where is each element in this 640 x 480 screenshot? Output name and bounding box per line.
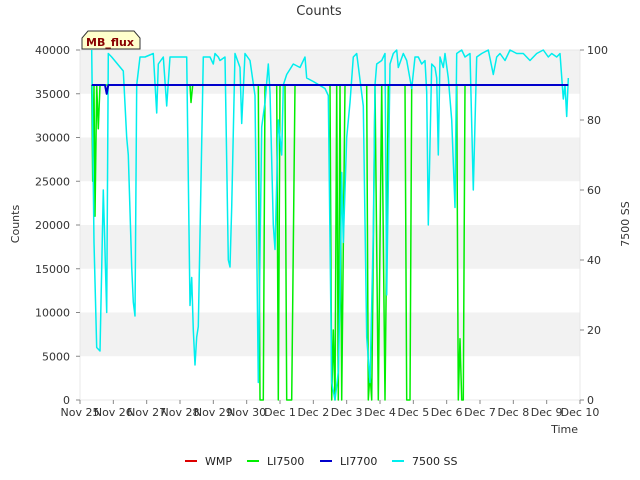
x-tick-label: Dec 4	[364, 406, 396, 419]
y-tick-label: 25000	[35, 175, 70, 188]
y-tick-label: 15000	[35, 263, 70, 276]
legend: WMP LI7500 LI7700 7500 SS	[185, 455, 457, 468]
y-tick-label: 30000	[35, 132, 70, 145]
site-badge: MB_flux	[81, 30, 141, 50]
y2-axis-ticks: 020406080100	[580, 44, 608, 407]
y-axis-label: Counts	[9, 205, 22, 244]
site-badge-label: MB_flux	[86, 36, 134, 49]
x-tick-label: Dec 1	[264, 406, 296, 419]
chart-title: Counts	[296, 4, 342, 19]
legend-label: LI7500	[267, 455, 304, 468]
y-tick-label: 5000	[42, 350, 70, 363]
x-tick-label: Dec 6	[431, 406, 463, 419]
x-tick-label: Dec 8	[497, 406, 529, 419]
legend-item-wmp: WMP	[185, 455, 232, 468]
y-tick-label: 40000	[35, 44, 70, 57]
y2-axis-label: 7500 SS	[619, 201, 632, 246]
legend-label: WMP	[205, 455, 232, 468]
x-tick-label: Dec 10	[561, 406, 600, 419]
legend-item-li7500: LI7500	[247, 455, 304, 468]
grid-band	[80, 312, 580, 357]
x-axis-label: Time	[550, 423, 578, 436]
y2-tick-label: 80	[587, 114, 601, 127]
y2-tick-label: 100	[587, 44, 608, 57]
y2-tick-label: 60	[587, 184, 601, 197]
chart: Counts 050001000015000200002500030000350…	[9, 4, 632, 468]
legend-label: LI7700	[340, 455, 377, 468]
y2-tick-label: 40	[587, 254, 601, 267]
y2-tick-label: 20	[587, 324, 601, 337]
x-tick-label: Dec 7	[464, 406, 496, 419]
legend-item-7500-ss: 7500 SS	[392, 455, 457, 468]
x-tick-label: Dec 9	[531, 406, 563, 419]
legend-item-li7700: LI7700	[320, 455, 377, 468]
x-axis-ticks: Nov 25Nov 26Nov 27Nov 28Nov 29Nov 30Dec …	[61, 400, 600, 419]
x-tick-label: Nov 30	[227, 406, 266, 419]
y-tick-label: 20000	[35, 219, 70, 232]
y-axis-ticks: 0500010000150002000025000300003500040000	[35, 44, 80, 407]
legend-label: 7500 SS	[412, 455, 457, 468]
x-tick-label: Dec 2	[297, 406, 329, 419]
x-tick-label: Dec 5	[397, 406, 429, 419]
x-tick-label: Dec 3	[331, 406, 363, 419]
y-tick-label: 10000	[35, 307, 70, 320]
y-tick-label: 35000	[35, 88, 70, 101]
